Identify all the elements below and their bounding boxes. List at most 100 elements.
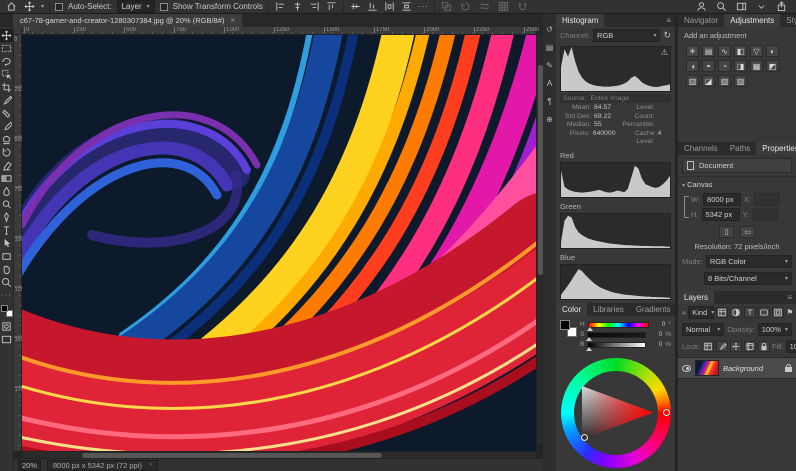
type-layer-filter-icon[interactable] bbox=[744, 307, 756, 318]
workspace-icon[interactable] bbox=[735, 1, 748, 13]
channel-mixer-adjustment-icon[interactable]: ◨ bbox=[734, 60, 747, 72]
slider-b[interactable]: B0% bbox=[580, 340, 671, 350]
screen-mode-button[interactable] bbox=[0, 333, 13, 346]
search-icon[interactable] bbox=[715, 1, 728, 13]
lock-paint-icon[interactable] bbox=[716, 341, 728, 352]
tab-paths[interactable]: Paths bbox=[724, 142, 756, 155]
arrange-icon[interactable] bbox=[440, 1, 453, 13]
account-icon[interactable] bbox=[695, 1, 708, 13]
share-icon[interactable] bbox=[775, 1, 788, 13]
document-tab[interactable]: c67-78-gamer-and-creator-1280307384.jpg … bbox=[13, 14, 242, 27]
auto-select-target-dropdown[interactable]: Layer▾ bbox=[117, 0, 155, 13]
bit-depth-dropdown[interactable]: 8 Bits/Channel▾ bbox=[704, 272, 792, 285]
gradient-map-adjustment-icon[interactable]: ▧ bbox=[718, 75, 731, 87]
adjustment-layer-filter-icon[interactable] bbox=[730, 307, 742, 318]
opacity-field[interactable]: 100%▾ bbox=[758, 323, 792, 336]
home-icon[interactable] bbox=[5, 1, 18, 13]
tab-adjustments[interactable]: Adjustments bbox=[724, 14, 780, 27]
color-lookup-adjustment-icon[interactable]: ▦ bbox=[750, 60, 763, 72]
foreground-color-swatch[interactable] bbox=[560, 320, 570, 330]
gradient-tool[interactable] bbox=[0, 172, 13, 185]
horizontal-scrollbar[interactable] bbox=[22, 451, 536, 458]
slider-thumb[interactable] bbox=[586, 337, 592, 341]
histogram-source-row[interactable]: Source: Entire Image bbox=[560, 94, 671, 103]
more-options-ellipsis[interactable]: ··· bbox=[418, 2, 429, 11]
tab-channels[interactable]: Channels bbox=[678, 142, 724, 155]
layer-thumbnail[interactable] bbox=[695, 360, 719, 376]
tab-color[interactable]: Color bbox=[556, 303, 587, 316]
lock-artboard-icon[interactable] bbox=[744, 341, 756, 352]
height-field[interactable]: 5342 px bbox=[702, 208, 740, 221]
sb-marker[interactable] bbox=[581, 434, 588, 441]
slider-thumb[interactable] bbox=[587, 327, 593, 331]
shape-layer-filter-icon[interactable] bbox=[758, 307, 770, 318]
distribute-v-icon[interactable] bbox=[400, 1, 413, 13]
lock-move-icon[interactable] bbox=[730, 341, 742, 352]
threshold-adjustment-icon[interactable]: ◪ bbox=[702, 75, 715, 87]
y-field[interactable] bbox=[752, 208, 778, 221]
exposure-adjustment-icon[interactable]: ◧ bbox=[734, 45, 747, 57]
vertical-scrollbar[interactable] bbox=[536, 35, 543, 444]
cached-data-warning-icon[interactable]: ⚠ bbox=[661, 48, 668, 57]
align-center-h-icon[interactable] bbox=[291, 1, 304, 13]
layer-filter-toggle-icon[interactable]: ⚑ bbox=[786, 308, 793, 317]
lasso-tool[interactable] bbox=[0, 55, 13, 68]
smart-object-filter-icon[interactable] bbox=[772, 307, 784, 318]
grid-overlay-icon[interactable] bbox=[497, 1, 510, 13]
blur-tool[interactable] bbox=[0, 185, 13, 198]
align-top-icon[interactable] bbox=[325, 1, 338, 13]
posterize-adjustment-icon[interactable]: ▥ bbox=[686, 75, 699, 87]
hand-tool[interactable] bbox=[0, 263, 13, 276]
black-white-adjustment-icon[interactable]: ◓ bbox=[702, 60, 715, 72]
foreground-background-swatches[interactable] bbox=[560, 320, 577, 337]
hue-saturation-adjustment-icon[interactable]: ◐ bbox=[766, 45, 779, 57]
slider-track[interactable] bbox=[587, 342, 646, 348]
slider-thumb[interactable] bbox=[586, 347, 592, 351]
fill-field[interactable]: 100%▾ bbox=[786, 340, 796, 353]
foreground-color-swatch[interactable] bbox=[1, 305, 8, 312]
slider-track[interactable] bbox=[587, 332, 646, 338]
tab-navigator[interactable]: Navigator bbox=[678, 14, 724, 27]
slider-s[interactable]: S0% bbox=[580, 330, 671, 340]
hue-marker[interactable] bbox=[663, 409, 670, 416]
align-right-icon[interactable] bbox=[308, 1, 321, 13]
channel-dropdown[interactable]: RGB▾ bbox=[593, 29, 660, 42]
snap-icon[interactable] bbox=[516, 1, 529, 13]
tab-histogram[interactable]: Histogram bbox=[556, 14, 604, 27]
blend-mode-dropdown[interactable]: Normal▾ bbox=[682, 323, 724, 336]
color-wheel[interactable] bbox=[561, 358, 671, 468]
show-transform-checkbox[interactable] bbox=[160, 3, 168, 11]
orientation-landscape-button[interactable]: ▭ bbox=[740, 226, 755, 238]
document-canvas[interactable] bbox=[22, 35, 536, 451]
align-bottom-icon[interactable] bbox=[366, 1, 379, 13]
toolbar-color-swatches[interactable] bbox=[1, 305, 13, 317]
selective-color-adjustment-icon[interactable]: ▨ bbox=[734, 75, 747, 87]
dodge-tool[interactable] bbox=[0, 198, 13, 211]
horizontal-ruler[interactable]: 02505007501000125015001750200022502500 bbox=[22, 27, 536, 35]
history-brush-tool[interactable] bbox=[0, 146, 13, 159]
tab-gradients[interactable]: Gradients bbox=[630, 303, 677, 316]
slider-h[interactable]: H0° bbox=[580, 320, 671, 330]
move-tool[interactable] bbox=[0, 29, 13, 42]
quick-mask-button[interactable] bbox=[0, 320, 13, 333]
properties-document-row[interactable]: Document bbox=[682, 158, 792, 173]
ruler-origin-corner[interactable] bbox=[14, 27, 22, 35]
vibrance-adjustment-icon[interactable]: ▽ bbox=[750, 45, 763, 57]
mode-dropdown[interactable]: RGB Color▾ bbox=[706, 255, 792, 268]
tab-styles[interactable]: Styles bbox=[780, 14, 796, 27]
history-panel-icon[interactable]: ↺ bbox=[544, 24, 555, 35]
pixel-layer-filter-icon[interactable] bbox=[716, 307, 728, 318]
crop-tool[interactable] bbox=[0, 81, 13, 94]
lock-transparent-icon[interactable] bbox=[702, 341, 714, 352]
clone-stamp-tool[interactable] bbox=[0, 133, 13, 146]
zoom-tool[interactable] bbox=[0, 276, 13, 289]
rotate-view-icon[interactable] bbox=[459, 1, 472, 13]
tab-layers[interactable]: Layers bbox=[678, 291, 714, 304]
document-info[interactable]: 8000 px x 5342 px (72 ppi) › bbox=[47, 460, 158, 471]
lock-all-icon[interactable] bbox=[758, 341, 770, 352]
paragraph-panel-icon[interactable]: ¶ bbox=[544, 96, 555, 107]
marquee-tool[interactable] bbox=[0, 42, 13, 55]
character-panel-icon[interactable]: A bbox=[544, 78, 555, 89]
auto-select-checkbox[interactable] bbox=[55, 3, 63, 11]
tab-libraries[interactable]: Libraries bbox=[587, 303, 630, 316]
